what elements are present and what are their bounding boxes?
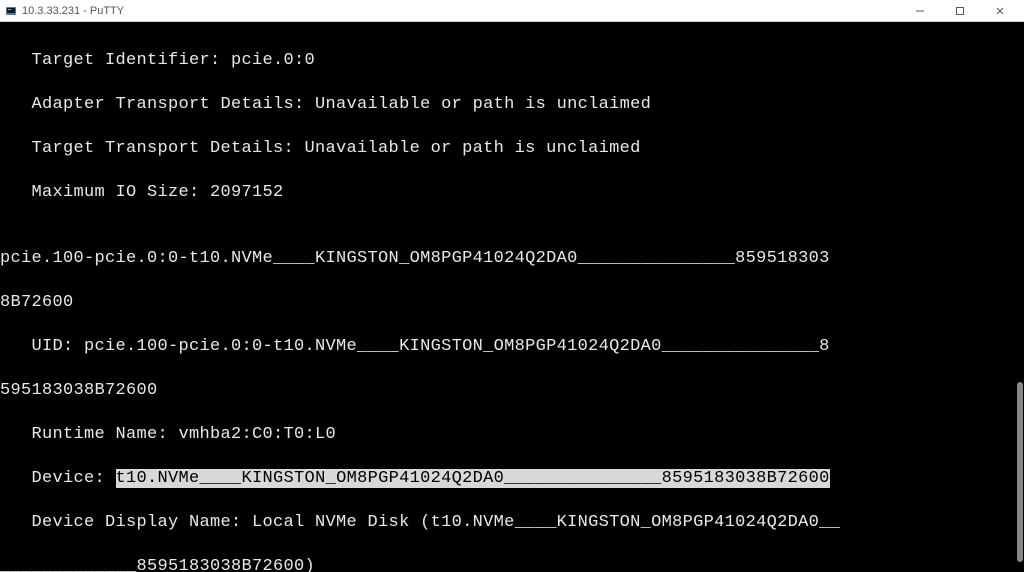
terminal-line: Maximum IO Size: 2097152: [0, 182, 1024, 204]
terminal-line: 595183038B72600: [0, 380, 1024, 402]
terminal-line: UID: pcie.100-pcie.0:0-t10.NVMe____KINGS…: [0, 336, 1024, 358]
selected-text: t10.NVMe____KINGSTON_OM8PGP41024Q2DA0___…: [116, 469, 830, 488]
terminal-line: Device Display Name: Local NVMe Disk (t1…: [0, 512, 1024, 534]
window-controls: [900, 1, 1020, 21]
maximize-button[interactable]: [940, 1, 980, 21]
terminal-output[interactable]: Target Identifier: pcie.0:0 Adapter Tran…: [0, 22, 1024, 572]
terminal-line: Runtime Name: vmhba2:C0:T0:L0: [0, 424, 1024, 446]
terminal-line: Adapter Transport Details: Unavailable o…: [0, 94, 1024, 116]
terminal-line: Target Identifier: pcie.0:0: [0, 50, 1024, 72]
minimize-button[interactable]: [900, 1, 940, 21]
scrollbar-thumb[interactable]: [1017, 382, 1023, 562]
terminal-line: _____________8595183038B72600): [0, 556, 1024, 572]
terminal-line: pcie.100-pcie.0:0-t10.NVMe____KINGSTON_O…: [0, 248, 1024, 270]
terminal-line: 8B72600: [0, 292, 1024, 314]
close-button[interactable]: [980, 1, 1020, 21]
putty-icon: [4, 4, 18, 18]
window-titlebar: 10.3.33.231 - PuTTY: [0, 0, 1024, 22]
terminal-line: Target Transport Details: Unavailable or…: [0, 138, 1024, 160]
window-title: 10.3.33.231 - PuTTY: [22, 5, 900, 17]
scrollbar[interactable]: [1016, 22, 1024, 572]
terminal-line-with-selection: Device: t10.NVMe____KINGSTON_OM8PGP41024…: [0, 468, 1024, 490]
